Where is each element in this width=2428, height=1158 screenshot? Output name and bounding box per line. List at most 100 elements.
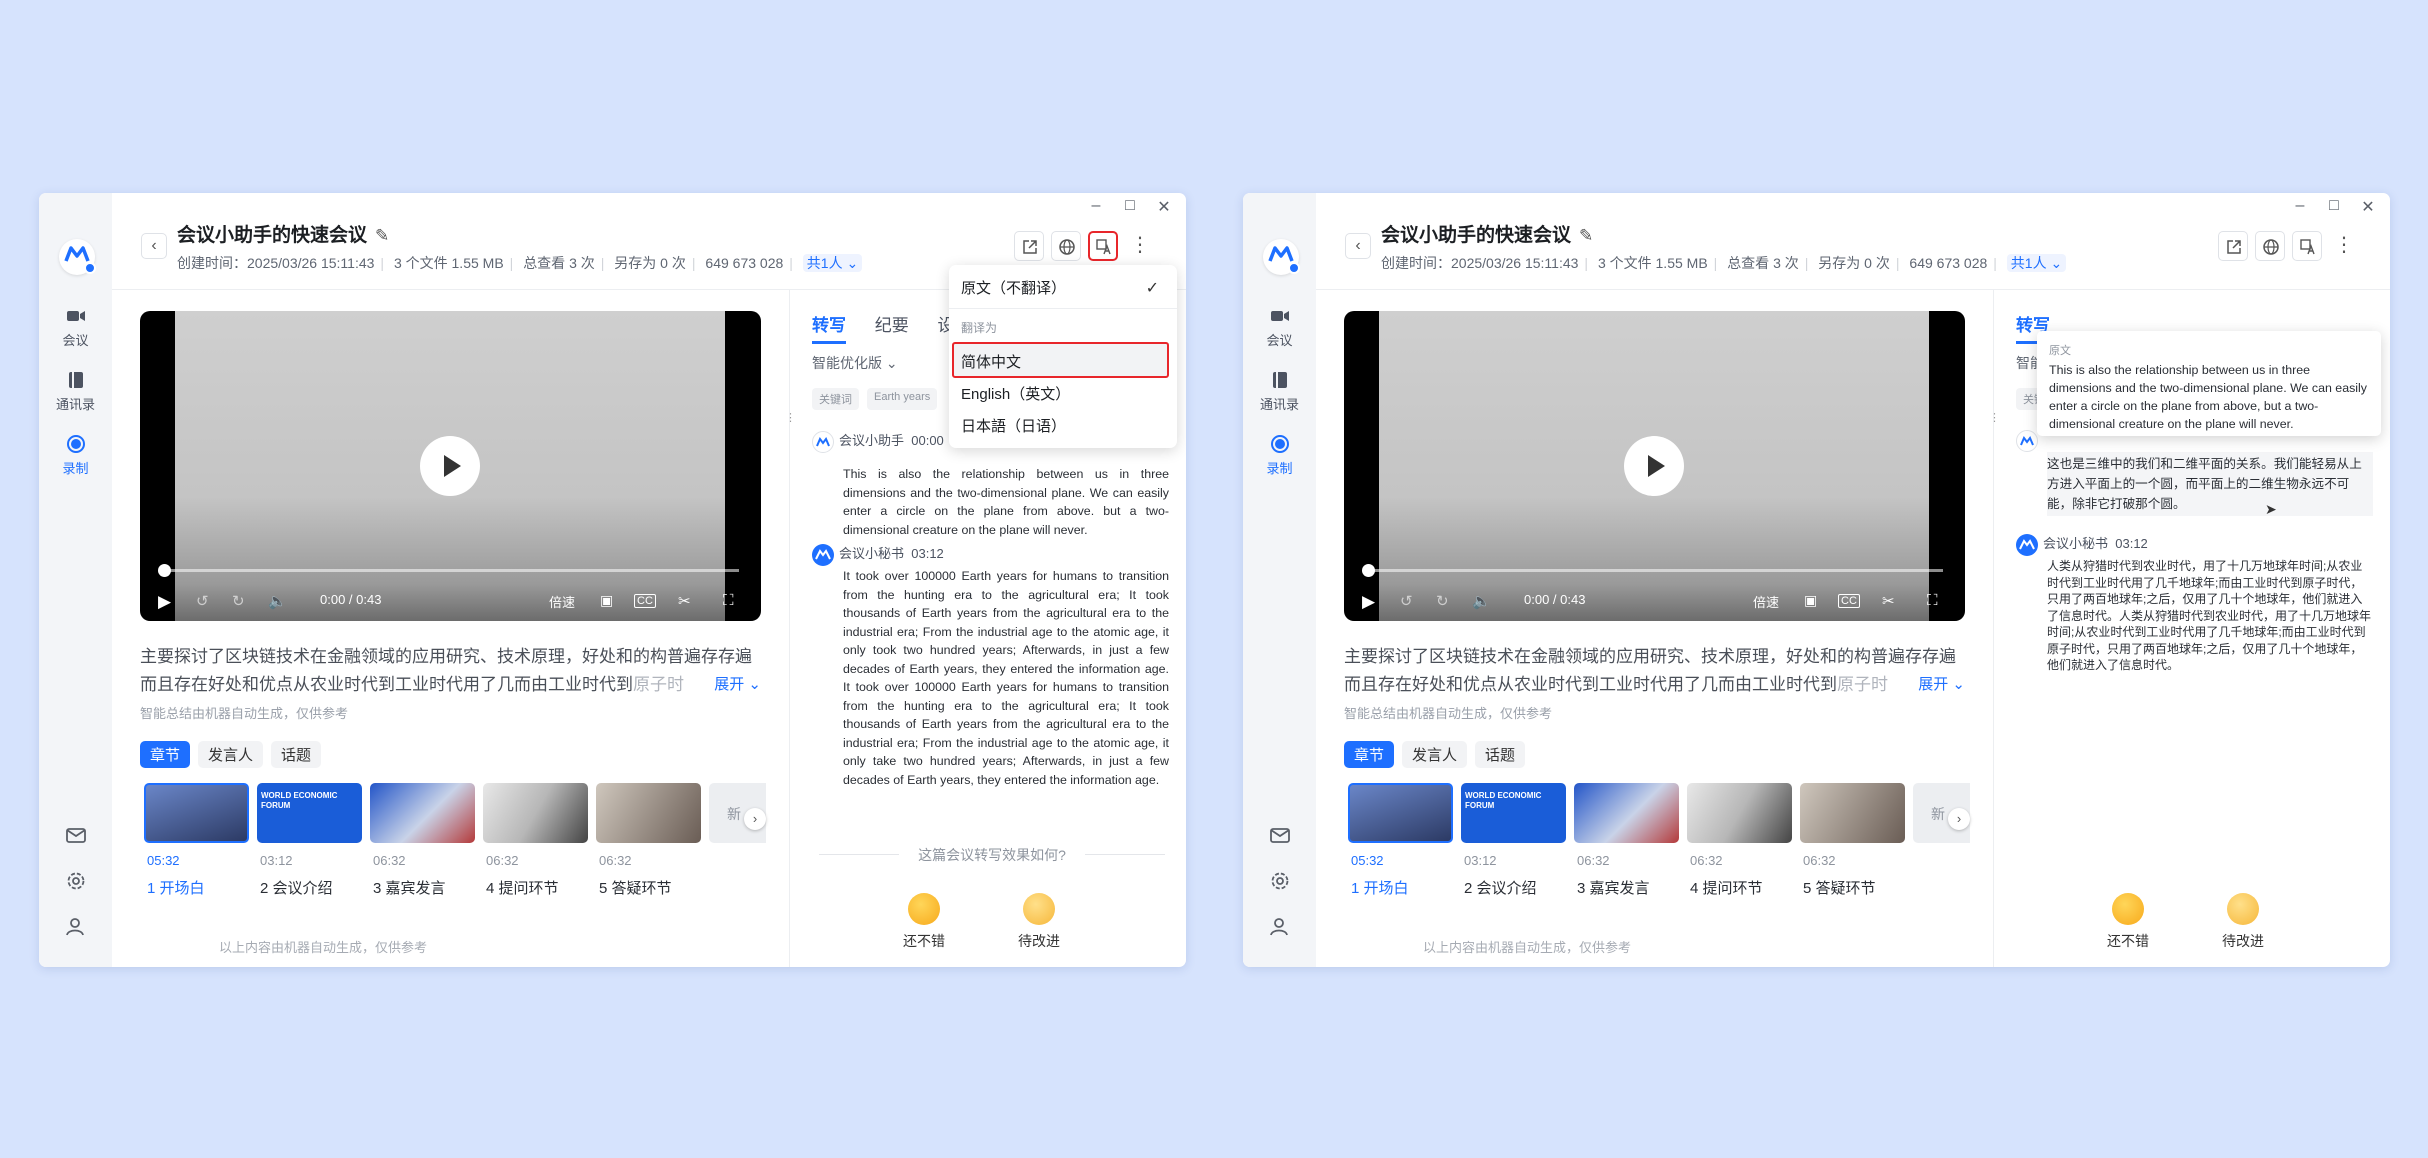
tab-topics[interactable]: 话题 bbox=[1475, 741, 1526, 768]
chapter-3[interactable]: 06:32 3 嘉宾发言 bbox=[1577, 853, 1687, 898]
progress-knob[interactable] bbox=[1362, 564, 1375, 577]
maximize-icon[interactable]: □ bbox=[2326, 197, 2342, 217]
user-icon[interactable] bbox=[1268, 915, 1292, 939]
chapter-5[interactable]: 06:32 5 答疑环节 bbox=[599, 853, 709, 898]
edit-pencil-icon[interactable]: ✎ bbox=[1579, 226, 1593, 245]
progress-bar[interactable] bbox=[162, 569, 739, 572]
translate-button[interactable] bbox=[2292, 231, 2322, 261]
chapter-4[interactable]: 06:32 4 提问环节 bbox=[1690, 853, 1800, 898]
caption-button[interactable]: CC bbox=[634, 594, 656, 608]
user-icon[interactable] bbox=[64, 915, 88, 939]
volume-icon[interactable]: 🔈 bbox=[268, 592, 287, 610]
chapter-thumb-4[interactable] bbox=[1687, 783, 1792, 843]
chapter-thumb-2[interactable]: WORLD ECONOMIC FORUM bbox=[1461, 783, 1566, 843]
forward-icon[interactable]: ↻ bbox=[232, 592, 245, 610]
progress-knob[interactable] bbox=[158, 564, 171, 577]
chapter-thumb-3[interactable] bbox=[370, 783, 475, 843]
nav-record[interactable]: 录制 bbox=[39, 433, 112, 477]
chapter-thumb-1[interactable] bbox=[144, 783, 249, 843]
chapter-3[interactable]: 06:32 3 嘉宾发言 bbox=[373, 853, 483, 898]
chapter-thumb-1[interactable] bbox=[1348, 783, 1453, 843]
export-button[interactable] bbox=[2218, 231, 2248, 261]
clip-icon[interactable]: ✂ bbox=[1882, 592, 1895, 610]
chapter-4[interactable]: 06:32 4 提问环节 bbox=[486, 853, 596, 898]
chapter-2[interactable]: 03:12 2 会议介绍 bbox=[1464, 853, 1574, 898]
menu-item-english[interactable]: English（英文） bbox=[961, 383, 1070, 404]
menu-item-original[interactable]: 原文（不翻译） bbox=[961, 277, 1066, 298]
tab-topics[interactable]: 话题 bbox=[271, 741, 322, 768]
play-button[interactable] bbox=[420, 436, 480, 496]
back-button[interactable]: ‹ bbox=[1345, 233, 1371, 259]
resize-handle[interactable]: ⋮ bbox=[1989, 411, 2000, 425]
play-small-icon[interactable]: ▶ bbox=[1362, 592, 1375, 612]
nav-record[interactable]: 录制 bbox=[1243, 433, 1316, 477]
video-player[interactable]: ▶ ↺ ↻ 🔈 0:00 / 0:43 倍速 ▣ CC ✂ ⛶ bbox=[1344, 311, 1965, 621]
speed-button[interactable]: 倍速 bbox=[1753, 592, 1779, 611]
forward-icon[interactable]: ↻ bbox=[1436, 592, 1449, 610]
pip-icon[interactable]: ▣ bbox=[1804, 592, 1817, 609]
feedback-improve[interactable]: 待改进 bbox=[2213, 893, 2273, 951]
translate-button[interactable] bbox=[1088, 231, 1118, 261]
tab-transcript[interactable]: 转写 bbox=[812, 316, 846, 344]
keyword-tag[interactable]: Earth years bbox=[867, 388, 938, 410]
feedback-good[interactable]: 还不错 bbox=[894, 893, 954, 951]
nav-meeting[interactable]: 会议 bbox=[39, 305, 112, 349]
nav-contacts[interactable]: 通讯录 bbox=[1243, 369, 1316, 413]
caption-button[interactable]: CC bbox=[1838, 594, 1860, 608]
keyword-tag[interactable]: 关键词 bbox=[812, 388, 859, 410]
mail-icon[interactable] bbox=[1268, 823, 1292, 847]
tab-minutes[interactable]: 纪要 bbox=[875, 316, 909, 335]
more-options-icon[interactable]: ⋮ bbox=[2329, 231, 2359, 261]
settings-gear-icon[interactable] bbox=[1268, 869, 1292, 893]
close-icon[interactable]: ✕ bbox=[1156, 197, 1172, 217]
tab-speakers[interactable]: 发言人 bbox=[198, 741, 264, 768]
chapter-thumb-5[interactable] bbox=[596, 783, 701, 843]
pip-icon[interactable]: ▣ bbox=[600, 592, 613, 609]
scroll-right-icon[interactable]: › bbox=[744, 808, 766, 830]
share-members-button[interactable]: 共1人 ⌄ bbox=[802, 254, 863, 272]
menu-item-simplified-chinese[interactable]: 简体中文 bbox=[961, 351, 1021, 372]
share-members-button[interactable]: 共1人 ⌄ bbox=[2006, 254, 2067, 272]
fullscreen-icon[interactable]: ⛶ bbox=[1927, 592, 1938, 609]
feedback-good[interactable]: 还不错 bbox=[2098, 893, 2158, 951]
chapter-5[interactable]: 06:32 5 答疑环节 bbox=[1803, 853, 1913, 898]
chapter-thumb-4[interactable] bbox=[483, 783, 588, 843]
chapter-thumb-3[interactable] bbox=[1574, 783, 1679, 843]
settings-gear-icon[interactable] bbox=[64, 869, 88, 893]
optimize-select[interactable]: 智能优化版 ⌄ bbox=[812, 353, 898, 373]
chapter-thumb-5[interactable] bbox=[1800, 783, 1905, 843]
progress-bar[interactable] bbox=[1366, 569, 1943, 572]
tab-speakers[interactable]: 发言人 bbox=[1402, 741, 1468, 768]
back-button[interactable]: ‹ bbox=[141, 233, 167, 259]
edit-pencil-icon[interactable]: ✎ bbox=[375, 226, 389, 245]
maximize-icon[interactable]: □ bbox=[1122, 197, 1138, 217]
rewind-icon[interactable]: ↺ bbox=[196, 592, 209, 610]
close-icon[interactable]: ✕ bbox=[2360, 197, 2376, 217]
rewind-icon[interactable]: ↺ bbox=[1400, 592, 1413, 610]
more-options-icon[interactable]: ⋮ bbox=[1125, 231, 1155, 261]
chapter-thumb-2[interactable]: WORLD ECONOMIC FORUM bbox=[257, 783, 362, 843]
expand-button[interactable]: 展开 ⌄ bbox=[1908, 671, 1965, 699]
chapter-1[interactable]: 05:32 1 开场白 bbox=[1351, 853, 1461, 898]
speed-button[interactable]: 倍速 bbox=[549, 592, 575, 611]
play-button[interactable] bbox=[1624, 436, 1684, 496]
clip-icon[interactable]: ✂ bbox=[678, 592, 691, 610]
translated-paragraph[interactable]: 这也是三维中的我们和二维平面的关系。我们能轻易从上方进入平面上的一个圆，而平面上… bbox=[2047, 452, 2373, 516]
fullscreen-icon[interactable]: ⛶ bbox=[723, 592, 734, 609]
expand-button[interactable]: 展开 ⌄ bbox=[704, 671, 761, 699]
export-button[interactable] bbox=[1014, 231, 1044, 261]
minimize-icon[interactable]: – bbox=[1088, 197, 1104, 217]
mail-icon[interactable] bbox=[64, 823, 88, 847]
language-button[interactable] bbox=[1051, 231, 1081, 261]
volume-icon[interactable]: 🔈 bbox=[1472, 592, 1491, 610]
nav-contacts[interactable]: 通讯录 bbox=[39, 369, 112, 413]
video-player[interactable]: ▶ ↺ ↻ 🔈 0:00 / 0:43 倍速 ▣ CC ✂ ⛶ bbox=[140, 311, 761, 621]
tab-chapters[interactable]: 章节 bbox=[1344, 741, 1395, 768]
minimize-icon[interactable]: – bbox=[2292, 197, 2308, 217]
feedback-improve[interactable]: 待改进 bbox=[1009, 893, 1069, 951]
language-button[interactable] bbox=[2255, 231, 2285, 261]
resize-handle[interactable]: ⋮ bbox=[785, 411, 796, 425]
chapter-1[interactable]: 05:32 1 开场白 bbox=[147, 853, 257, 898]
play-small-icon[interactable]: ▶ bbox=[158, 592, 171, 612]
tab-chapters[interactable]: 章节 bbox=[140, 741, 191, 768]
